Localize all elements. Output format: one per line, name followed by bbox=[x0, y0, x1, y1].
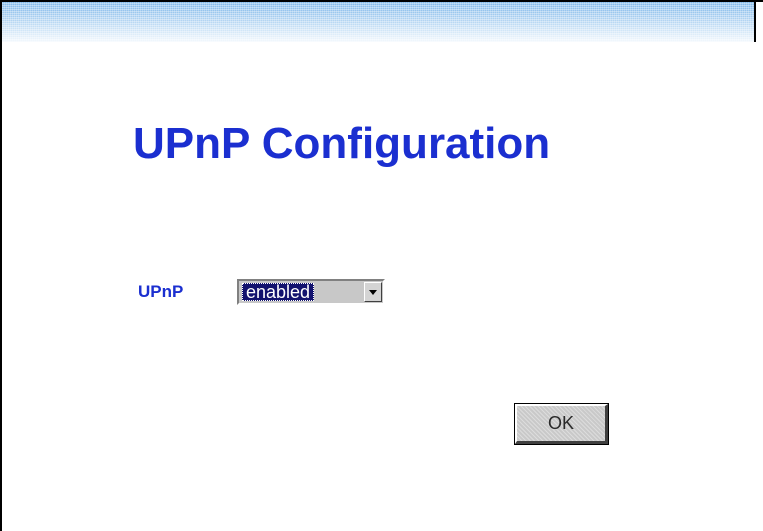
frame-border-right bbox=[754, 0, 756, 42]
config-panel: UPnP Configuration UPnP enabled OK bbox=[0, 0, 763, 531]
ok-button[interactable]: OK bbox=[514, 403, 609, 445]
header-band bbox=[2, 2, 754, 42]
upnp-select[interactable]: enabled bbox=[237, 279, 385, 305]
chevron-down-icon[interactable] bbox=[364, 282, 382, 302]
upnp-label: UPnP bbox=[138, 282, 184, 301]
page-title: UPnP Configuration bbox=[133, 119, 551, 168]
frame-border-left bbox=[0, 0, 2, 531]
upnp-select-value: enabled bbox=[242, 283, 315, 301]
frame-border-top bbox=[0, 0, 763, 2]
